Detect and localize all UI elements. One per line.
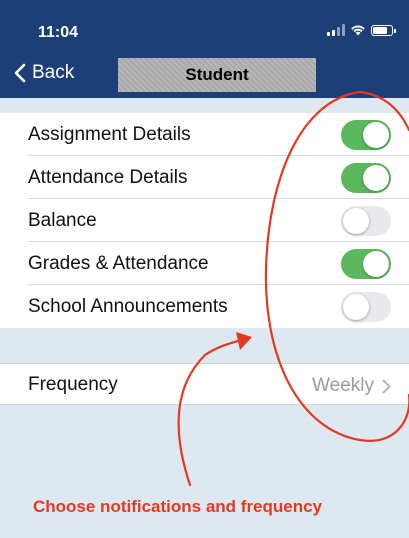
- toggle-label: Grades & Attendance: [28, 252, 209, 274]
- toggle-label: Balance: [28, 209, 97, 231]
- frequency-value-container: Weekly: [312, 375, 391, 397]
- balance-toggle[interactable]: [341, 206, 391, 236]
- wifi-icon: [351, 25, 365, 36]
- frequency-value: Weekly: [312, 375, 374, 396]
- attendance-details-toggle[interactable]: [341, 163, 391, 193]
- toggle-row-grades-attendance: Grades & Attendance: [0, 242, 409, 285]
- toggle-row-balance: Balance: [0, 199, 409, 242]
- toggle-row-school-announcements: School Announcements: [0, 285, 409, 328]
- toggle-label: Attendance Details: [28, 166, 188, 188]
- notification-toggles-list: Assignment Details Attendance Details Ba…: [0, 113, 409, 328]
- toggle-label: Assignment Details: [28, 123, 191, 145]
- chevron-right-icon: [382, 379, 391, 393]
- toggle-row-attendance-details: Attendance Details: [0, 156, 409, 199]
- frequency-group: Frequency Weekly: [0, 363, 409, 405]
- toggle-row-assignment-details: Assignment Details: [0, 113, 409, 156]
- frequency-row[interactable]: Frequency Weekly: [0, 364, 409, 406]
- back-button[interactable]: Back: [14, 62, 74, 84]
- grades-attendance-toggle[interactable]: [341, 249, 391, 279]
- battery-icon: [371, 24, 396, 36]
- status-icons: [327, 24, 396, 36]
- page-title: Student: [118, 58, 316, 92]
- chevron-left-icon: [14, 63, 26, 83]
- status-time: 11:04: [38, 24, 79, 41]
- assignment-details-toggle[interactable]: [341, 120, 391, 150]
- annotation-caption: Choose notifications and frequency: [33, 497, 323, 516]
- frequency-label: Frequency: [28, 374, 118, 395]
- navigation-bar: 11:04 Back Student: [0, 0, 409, 98]
- toggle-label: School Announcements: [28, 295, 228, 317]
- annotation-arrow: [177, 336, 250, 487]
- cellular-signal-icon: [327, 24, 345, 36]
- school-announcements-toggle[interactable]: [341, 292, 391, 322]
- settings-screen: 11:04 Back Student Assignment Details At…: [0, 0, 409, 538]
- back-label: Back: [32, 62, 75, 83]
